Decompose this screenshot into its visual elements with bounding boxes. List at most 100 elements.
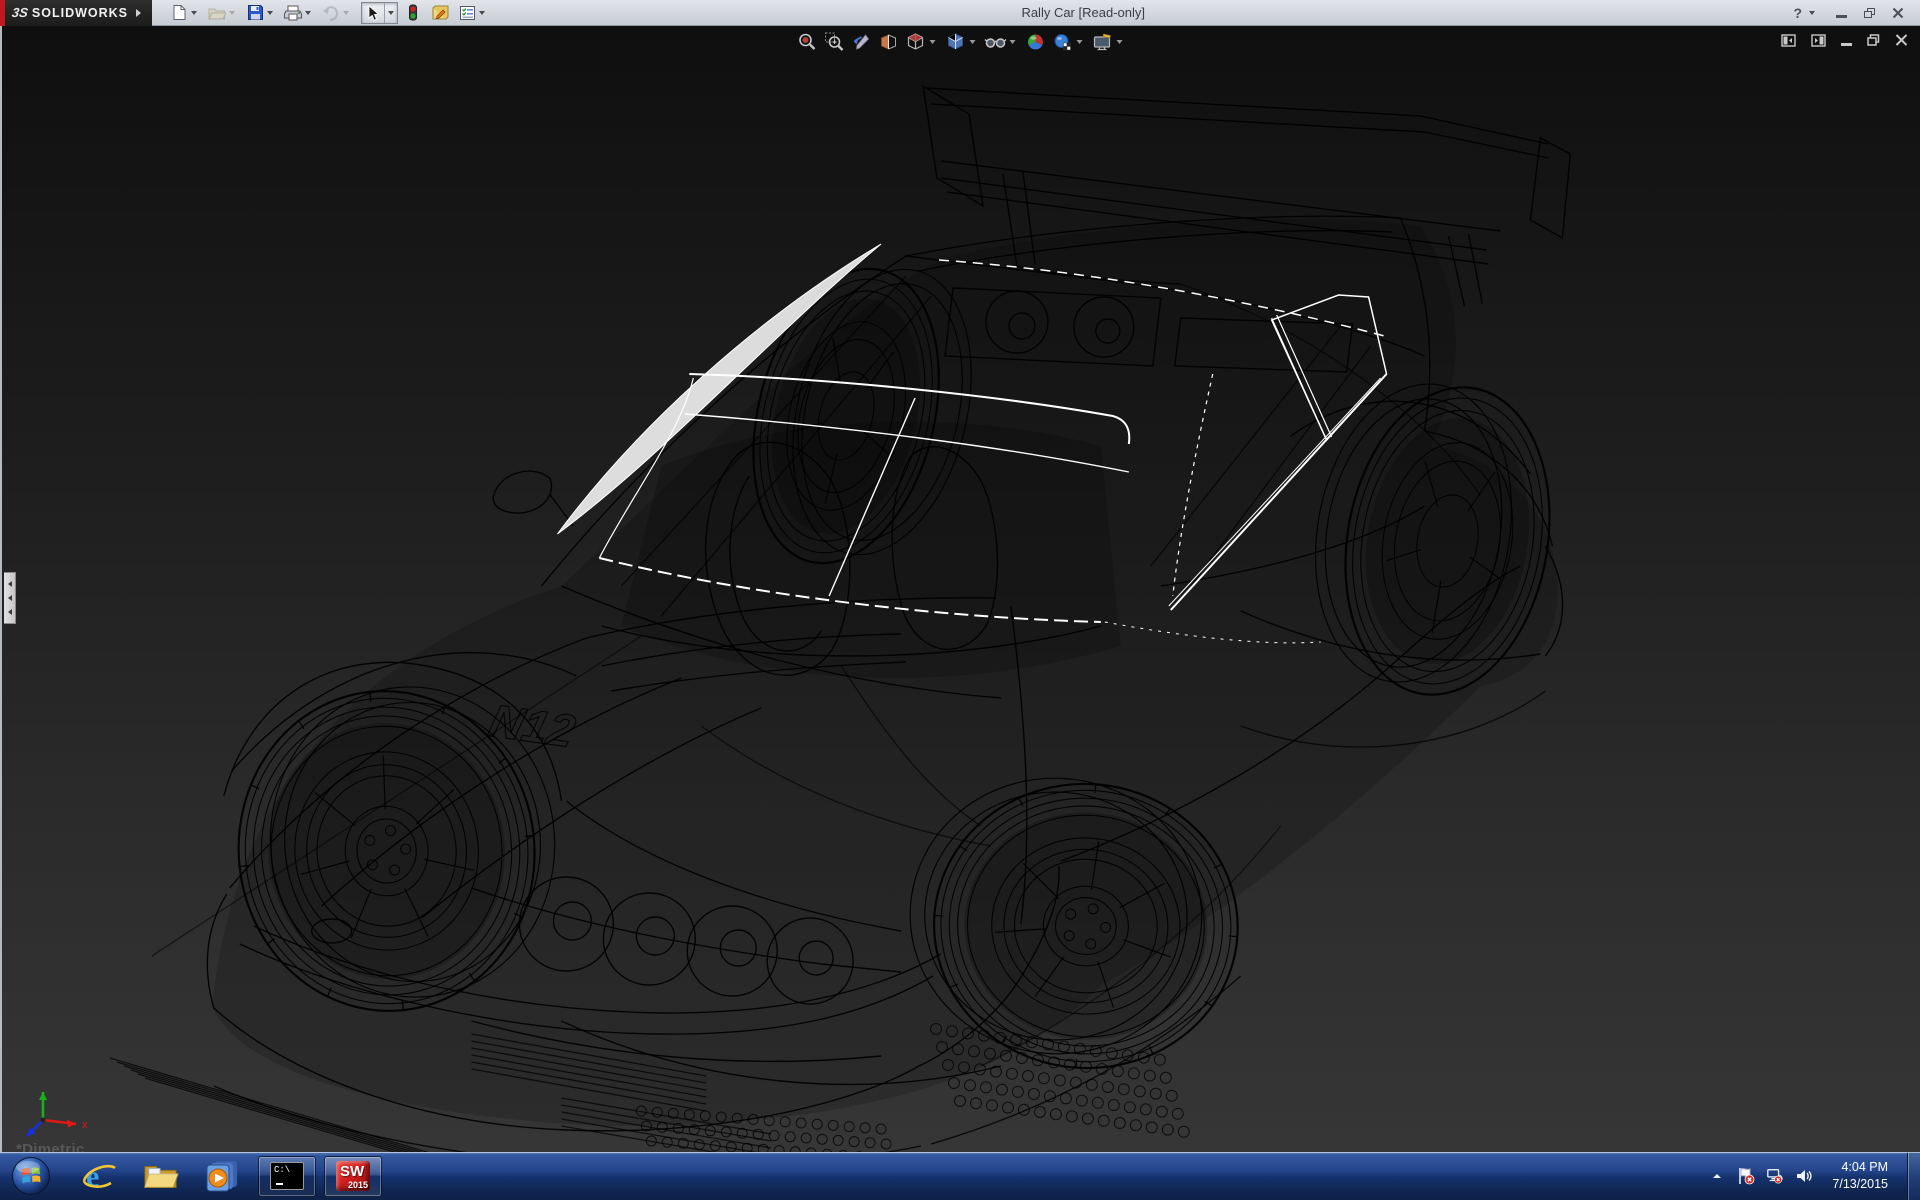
- view-settings-button[interactable]: [1090, 29, 1115, 54]
- rebuild-traffic-light-icon: [407, 4, 419, 22]
- doc-restore-button[interactable]: [1867, 32, 1880, 48]
- action-center-flag-icon: [1737, 1167, 1755, 1185]
- open-folder-icon: [208, 5, 226, 21]
- section-view-icon: [878, 32, 898, 52]
- open-button[interactable]: [206, 2, 228, 24]
- media-player-icon: [205, 1159, 241, 1193]
- volume-button[interactable]: [1795, 1166, 1813, 1186]
- previous-view-button[interactable]: [849, 29, 874, 54]
- doc-minimize-button[interactable]: [1841, 32, 1852, 48]
- select-cursor-icon: [366, 5, 381, 22]
- collapse-pane-left-button[interactable]: [1781, 32, 1796, 48]
- view-settings-icon: [1091, 32, 1113, 52]
- hidden-icons-chevron-button[interactable]: [1708, 1166, 1726, 1186]
- rebuild-button[interactable]: [402, 2, 424, 24]
- command-prompt-icon: C:\: [270, 1162, 304, 1190]
- zoom-to-area-icon: [824, 32, 844, 52]
- pane-right-icon: [1811, 34, 1826, 47]
- taskbar-clock[interactable]: 4:04 PM 7/13/2015: [1832, 1159, 1888, 1193]
- hide-show-items-button[interactable]: [983, 29, 1008, 54]
- svg-text:e: e: [86, 1160, 99, 1193]
- apply-scene-button[interactable]: [1050, 29, 1075, 54]
- expand-pane-right-button[interactable]: [1811, 32, 1826, 48]
- app-logo: 3S SOLIDWORKS: [0, 0, 152, 26]
- doc-close-icon: [1895, 34, 1908, 46]
- close-button[interactable]: [1892, 3, 1904, 23]
- network-status-button[interactable]: [1766, 1166, 1784, 1186]
- help-button[interactable]: ?: [1793, 3, 1802, 23]
- close-icon: [1892, 7, 1904, 19]
- expand-left-arrow-icon: [8, 595, 12, 601]
- select-tool-button[interactable]: [362, 3, 384, 25]
- file-properties-icon: [431, 5, 449, 21]
- print-icon: [284, 5, 302, 21]
- doc-close-button[interactable]: [1895, 32, 1908, 48]
- apply-scene-icon: [1052, 32, 1072, 52]
- rally-car-wireframe: N12: [2, 26, 1920, 1152]
- edit-appearance-icon: [1025, 32, 1045, 52]
- undo-dropdown: [343, 11, 349, 15]
- save-dropdown[interactable]: [267, 11, 273, 15]
- taskbar-solidworks-2015[interactable]: SW 2015: [324, 1156, 382, 1197]
- speaker-icon: [1795, 1167, 1813, 1185]
- folder-icon: [143, 1160, 179, 1192]
- titlebar: 3S SOLIDWORKS: [0, 0, 1920, 26]
- expand-left-arrow-icon: [8, 609, 12, 615]
- show-desktop-button[interactable]: [1907, 1152, 1920, 1200]
- view-orientation-dropdown[interactable]: [930, 40, 936, 44]
- heads-up-view-toolbar: [795, 29, 1128, 54]
- edit-appearance-button[interactable]: [1023, 29, 1048, 54]
- display-style-dropdown[interactable]: [970, 40, 976, 44]
- apply-scene-dropdown[interactable]: [1077, 40, 1083, 44]
- menu-flyout-arrow-icon[interactable]: [136, 9, 141, 17]
- desktop: 3S SOLIDWORKS: [0, 0, 1920, 1200]
- triad-x-label: x: [82, 1119, 88, 1131]
- taskbar: e C:\: [0, 1152, 1920, 1200]
- start-button[interactable]: [10, 1155, 52, 1197]
- print-dropdown[interactable]: [305, 11, 311, 15]
- restore-button[interactable]: [1864, 3, 1875, 23]
- undo-icon: [322, 5, 340, 21]
- window-title: Rally Car [Read-only]: [493, 5, 1793, 20]
- options-button[interactable]: [456, 2, 478, 24]
- internet-explorer-icon: e: [81, 1159, 117, 1193]
- select-dropdown[interactable]: [384, 3, 397, 23]
- view-settings-dropdown[interactable]: [1117, 40, 1123, 44]
- doc-restore-icon: [1867, 34, 1880, 46]
- standard-toolbar: [152, 2, 493, 24]
- taskbar-internet-explorer[interactable]: e: [81, 1156, 117, 1196]
- file-properties-button[interactable]: [429, 2, 451, 24]
- feature-manager-collapsed-tab[interactable]: [4, 572, 16, 624]
- display-style-button[interactable]: [943, 29, 968, 54]
- zoom-to-fit-button[interactable]: [795, 29, 820, 54]
- windows-start-orb-icon: [11, 1156, 51, 1196]
- print-button[interactable]: [282, 2, 304, 24]
- clock-time: 4:04 PM: [1832, 1159, 1888, 1176]
- taskbar-windows-explorer[interactable]: [143, 1156, 179, 1196]
- hide-show-items-icon: [984, 32, 1006, 52]
- zoom-to-area-button[interactable]: [822, 29, 847, 54]
- taskbar-windows-media-player[interactable]: [205, 1156, 241, 1196]
- view-orientation-button[interactable]: [903, 29, 928, 54]
- graphics-viewport[interactable]: N12: [0, 26, 1920, 1152]
- save-button[interactable]: [244, 2, 266, 24]
- options-dropdown[interactable]: [479, 11, 485, 15]
- clock-date: 7/13/2015: [1832, 1176, 1888, 1193]
- hide-show-items-dropdown[interactable]: [1010, 40, 1016, 44]
- options-checklist-icon: [459, 5, 476, 21]
- new-dropdown[interactable]: [191, 11, 197, 15]
- help-dropdown[interactable]: [1809, 11, 1815, 15]
- ds-logo-mark: 3S: [11, 5, 29, 20]
- section-view-button[interactable]: [876, 29, 901, 54]
- minimize-button[interactable]: [1836, 3, 1847, 23]
- undo-button[interactable]: [320, 2, 342, 24]
- system-tray: 4:04 PM 7/13/2015: [1708, 1152, 1920, 1200]
- new-document-button[interactable]: [168, 2, 190, 24]
- taskbar-command-prompt[interactable]: C:\: [258, 1156, 316, 1197]
- pane-left-icon: [1781, 34, 1796, 47]
- view-orientation-icon: [905, 32, 925, 52]
- view-orientation-label: *Dimetric: [16, 1141, 85, 1152]
- chevron-up-icon: [1711, 1171, 1723, 1181]
- action-center-flag-button[interactable]: [1737, 1166, 1755, 1186]
- save-floppy-icon: [247, 4, 264, 21]
